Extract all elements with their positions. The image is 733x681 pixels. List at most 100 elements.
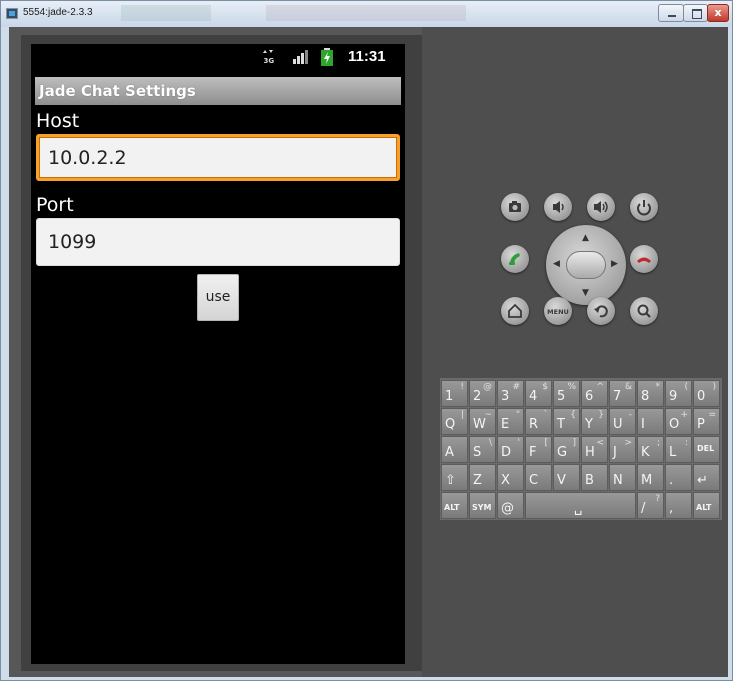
menu-button[interactable]: MENU	[544, 297, 572, 325]
background-blur	[121, 5, 211, 21]
key-z[interactable]: Z	[469, 464, 496, 491]
dpad-center-button[interactable]	[566, 251, 606, 279]
window-titlebar[interactable]: 5554:jade-2.3.3 x	[1, 1, 732, 27]
key-comma[interactable]: ,	[665, 492, 692, 519]
volume-up-icon	[594, 201, 608, 213]
key-alt-label: -	[628, 410, 632, 420]
key-y[interactable]: Y}	[581, 408, 608, 435]
app-title-bar: Jade Chat Settings	[35, 77, 401, 105]
key-label: Y	[585, 417, 593, 432]
power-icon	[637, 200, 651, 216]
key-label: 2	[473, 389, 482, 404]
home-button[interactable]	[501, 297, 529, 325]
key-r[interactable]: R `	[525, 408, 552, 435]
call-icon	[509, 253, 520, 265]
camera-button[interactable]	[501, 193, 529, 221]
dpad[interactable]: ▲ ▼ ◀ ▶	[546, 225, 626, 305]
dpad-right-icon[interactable]: ▶	[611, 259, 618, 269]
key-u[interactable]: U-	[609, 408, 636, 435]
key-x[interactable]: X	[497, 464, 524, 491]
key-p[interactable]: P =	[693, 408, 720, 435]
key-c[interactable]: C	[525, 464, 552, 491]
key-alt-label: `	[543, 410, 549, 420]
key-alt[interactable]: ALT	[693, 492, 720, 519]
key-alt-label: "	[515, 410, 520, 420]
host-input[interactable]: 10.0.2.2	[36, 134, 400, 181]
key-l[interactable]: L:	[665, 436, 692, 463]
key-0[interactable]: 0)	[693, 380, 720, 407]
key-label: 8	[641, 389, 650, 404]
key-t[interactable]: T{	[553, 408, 580, 435]
key-3[interactable]: 3 #	[497, 380, 524, 407]
key-space[interactable]: ␣	[525, 492, 636, 519]
key-alt-label: {	[570, 410, 576, 420]
key-alt-label: (	[684, 382, 688, 392]
port-input[interactable]: 1099	[36, 218, 400, 266]
back-button[interactable]	[587, 297, 615, 325]
home-icon	[508, 303, 522, 318]
use-button[interactable]: use	[197, 274, 239, 321]
end-call-button[interactable]	[630, 245, 658, 273]
key-label: P	[697, 417, 705, 432]
key-i[interactable]: I	[637, 408, 664, 435]
key-7[interactable]: 7 &	[609, 380, 636, 407]
camera-icon	[509, 201, 521, 212]
key-alt-label: *	[655, 382, 661, 392]
minimize-button[interactable]	[658, 4, 684, 22]
key-shift[interactable]: ⇧	[441, 464, 468, 491]
key-4[interactable]: 4 $	[525, 380, 552, 407]
key-label: Z	[473, 473, 482, 488]
key-m[interactable]: M	[637, 464, 664, 491]
key-alt-label: =	[708, 410, 716, 420]
key-9[interactable]: 9(	[665, 380, 692, 407]
key-sym[interactable]: SYM	[469, 492, 496, 519]
key-slash[interactable]: /?	[637, 492, 664, 519]
key-label: ALT	[696, 503, 712, 512]
key-v[interactable]: V	[553, 464, 580, 491]
key-delete[interactable]: DEL	[693, 436, 720, 463]
volume-down-icon	[553, 201, 564, 213]
key-f[interactable]: F[	[525, 436, 552, 463]
key-o[interactable]: O +	[665, 408, 692, 435]
key-alt[interactable]: ALT	[441, 492, 468, 519]
volume-down-button[interactable]	[544, 193, 572, 221]
key-j[interactable]: J >	[609, 436, 636, 463]
key-label: SYM	[472, 503, 492, 512]
key-s[interactable]: S \	[469, 436, 496, 463]
key-.[interactable]: .	[665, 464, 692, 491]
key-b[interactable]: B	[581, 464, 608, 491]
key-enter[interactable]: ↵	[693, 464, 720, 491]
key-d[interactable]: D '	[497, 436, 524, 463]
key-w[interactable]: W ~	[469, 408, 496, 435]
key-2[interactable]: 2 @	[469, 380, 496, 407]
key-5[interactable]: 5%	[553, 380, 580, 407]
dpad-left-icon[interactable]: ◀	[553, 259, 560, 269]
key-6[interactable]: 6 ^	[581, 380, 608, 407]
key-label: A	[445, 445, 454, 460]
key-alt-label: :	[684, 438, 688, 448]
key-k[interactable]: K;	[637, 436, 664, 463]
dpad-up-icon[interactable]: ▲	[582, 233, 589, 243]
port-label: Port	[36, 194, 74, 216]
key-alt-label: ?	[655, 494, 660, 504]
key-8[interactable]: 8 *	[637, 380, 664, 407]
key-1[interactable]: 1!	[441, 380, 468, 407]
close-button[interactable]: x	[707, 4, 729, 22]
call-button[interactable]	[501, 245, 529, 273]
key-a[interactable]: A	[441, 436, 468, 463]
key-e[interactable]: E "	[497, 408, 524, 435]
key-alt-label: |	[460, 410, 464, 420]
power-button[interactable]	[630, 193, 658, 221]
maximize-button[interactable]	[683, 4, 708, 22]
volume-up-button[interactable]	[587, 193, 615, 221]
key-q[interactable]: Q |	[441, 408, 468, 435]
window-title: 5554:jade-2.3.3	[23, 7, 93, 18]
host-value: 10.0.2.2	[48, 147, 127, 169]
key-h[interactable]: H <	[581, 436, 608, 463]
key-alt-label: ~	[484, 410, 492, 420]
search-button[interactable]	[630, 297, 658, 325]
key-n[interactable]: N	[609, 464, 636, 491]
key-g[interactable]: G]	[553, 436, 580, 463]
key-at[interactable]: @	[497, 492, 524, 519]
key-alt-label: @	[483, 382, 492, 392]
